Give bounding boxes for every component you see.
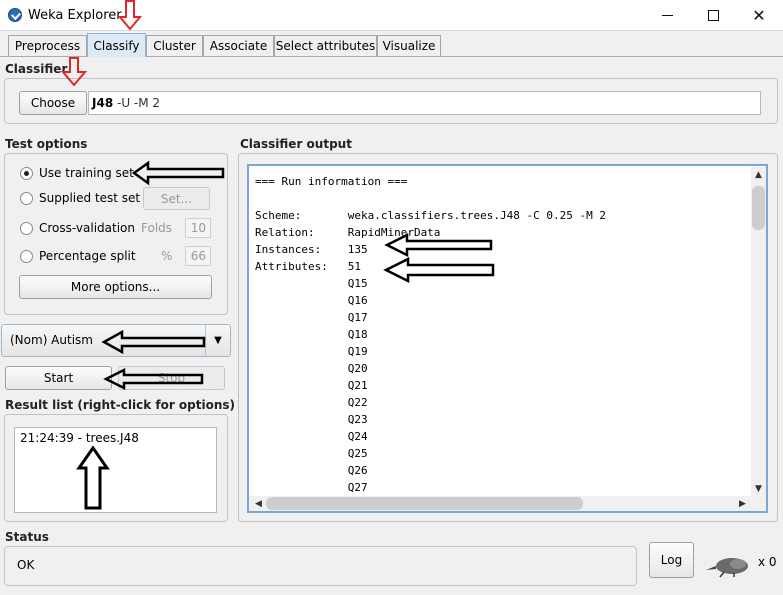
output-horizontal-thumb[interactable]	[266, 497, 583, 510]
output-line: Q18	[255, 328, 368, 341]
output-line: Q20	[255, 362, 368, 375]
stop-button[interactable]: Stop	[118, 366, 225, 390]
classifier-section-title: Classifier	[5, 62, 68, 76]
close-icon: ✕	[752, 6, 766, 25]
status-title: Status	[5, 530, 49, 544]
use-training-set-label: Use training set	[39, 166, 134, 180]
output-line: Instances: 135	[255, 243, 368, 256]
folds-input[interactable]: 10	[185, 218, 211, 238]
test-options-title: Test options	[5, 137, 88, 151]
window-title: Weka Explorer	[28, 8, 122, 23]
output-line: Q22	[255, 396, 368, 409]
use-training-set-radio[interactable]	[20, 167, 33, 180]
folds-label: Folds	[141, 221, 173, 235]
output-line: Attributes: 51	[255, 260, 361, 273]
output-line: Q23	[255, 413, 368, 426]
scroll-down-icon[interactable]: ▼	[751, 481, 766, 496]
output-line: Q19	[255, 345, 368, 358]
tab-visualize[interactable]: Visualize	[377, 35, 441, 56]
output-line: Q21	[255, 379, 368, 392]
tab-cluster[interactable]: Cluster	[146, 35, 203, 56]
percentage-split-label: Percentage split	[39, 249, 136, 263]
classifier-output-text: === Run information === Scheme: weka.cla…	[255, 173, 747, 494]
result-list-item[interactable]: 21:24:39 - trees.J48	[20, 431, 139, 445]
classifier-options: -U -M 2	[113, 96, 161, 110]
close-button[interactable]: ✕	[736, 0, 782, 31]
percentage-split-radio[interactable]	[20, 250, 33, 263]
scroll-left-icon[interactable]: ◀	[251, 496, 266, 511]
status-text: OK	[17, 558, 35, 572]
output-line: Q17	[255, 311, 368, 324]
scroll-up-icon[interactable]: ▲	[751, 167, 766, 182]
log-button[interactable]: Log	[649, 542, 694, 578]
cross-validation-radio[interactable]	[20, 222, 33, 235]
scroll-right-icon[interactable]: ▶	[735, 496, 750, 511]
choose-button[interactable]: Choose	[19, 91, 87, 115]
weka-app-icon	[8, 8, 22, 22]
start-button[interactable]: Start	[5, 366, 112, 390]
supplied-test-set-label: Supplied test set	[39, 191, 141, 205]
maximize-icon	[707, 10, 719, 21]
tab-associate[interactable]: Associate	[203, 35, 274, 56]
task-count: x 0	[758, 555, 777, 569]
classifier-name: J48	[92, 96, 114, 110]
output-vertical-thumb[interactable]	[752, 186, 765, 230]
supplied-test-set-radio[interactable]	[20, 192, 33, 205]
chevron-down-icon[interactable]: ▼	[205, 325, 230, 356]
output-line: Q27	[255, 481, 368, 494]
output-line: === Run information ===	[255, 175, 408, 188]
minimize-icon	[661, 15, 673, 16]
cross-validation-label: Cross-validation	[39, 221, 135, 235]
more-options-button[interactable]: More options...	[19, 275, 212, 299]
percent-input[interactable]: 66	[185, 246, 211, 266]
tab-classify[interactable]: Classify	[87, 33, 146, 57]
output-line: Q26	[255, 464, 368, 477]
set-test-set-button[interactable]: Set...	[143, 187, 210, 210]
minimize-button[interactable]	[644, 0, 690, 31]
status-box	[4, 546, 637, 586]
class-attribute-value: (Nom) Autism	[10, 333, 93, 347]
weka-bird-icon	[706, 558, 748, 578]
classifier-config-field[interactable]: J48 -U -M 2	[88, 91, 761, 115]
result-list-title: Result list (right-click for options)	[5, 398, 236, 412]
maximize-button[interactable]	[690, 0, 736, 31]
output-line: Q16	[255, 294, 368, 307]
output-line: Q25	[255, 447, 368, 460]
output-line: Relation: RapidMinerData	[255, 226, 441, 239]
output-line: Scheme: weka.classifiers.trees.J48 -C 0.…	[255, 209, 606, 222]
output-line: Q24	[255, 430, 368, 443]
classifier-output-title: Classifier output	[240, 137, 352, 151]
percent-label: %	[161, 249, 173, 263]
output-line: Q15	[255, 277, 368, 290]
tab-select-attributes[interactable]: Select attributes	[274, 35, 377, 56]
tab-preprocess[interactable]: Preprocess	[8, 35, 87, 56]
